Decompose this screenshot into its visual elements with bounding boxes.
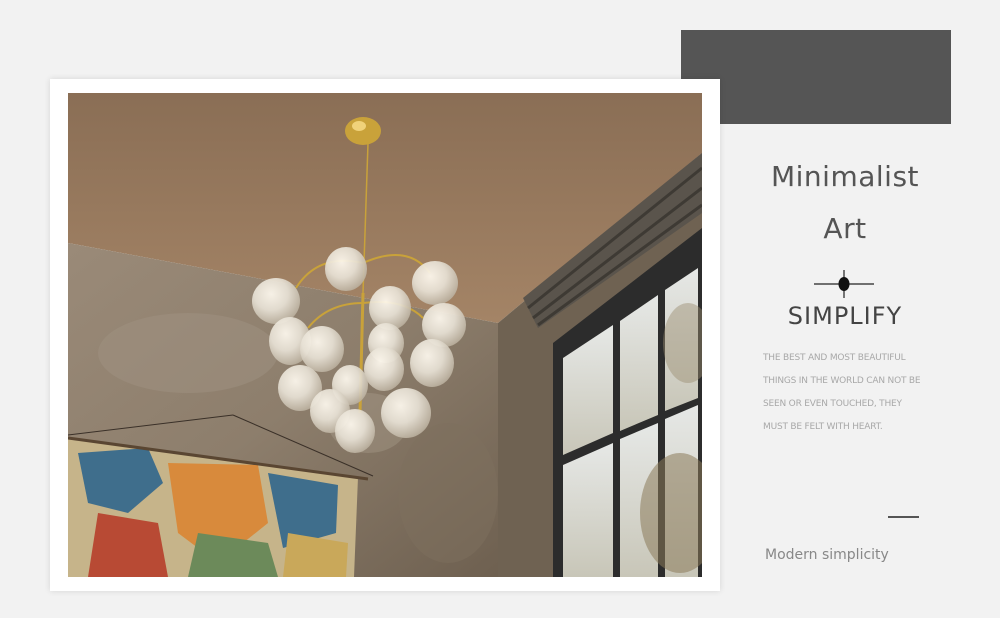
description-line: THE BEST AND MOST BEAUTIFUL	[763, 353, 906, 363]
dark-accent-block	[681, 30, 951, 124]
description-line: MUST BE FELT WITH HEART.	[763, 422, 883, 432]
description-line: SEEN OR EVEN TOUCHED, THEY	[763, 399, 902, 409]
heading-line-1: Minimalist	[770, 160, 920, 193]
description-line: THINGS IN THE WORLD CAN NOT BE	[763, 376, 921, 386]
heading-line-2: Art	[823, 212, 867, 245]
subtitle-simplify: SIMPLIFY	[787, 302, 903, 330]
description-text: THE BEST AND MOST BEAUTIFUL THINGS IN TH…	[763, 347, 933, 439]
photo-frame	[50, 79, 720, 591]
tagline: Modern simplicity	[765, 547, 889, 563]
short-divider	[888, 516, 919, 518]
chandelier-photo	[68, 93, 702, 577]
divider-ornament-icon	[814, 270, 874, 298]
